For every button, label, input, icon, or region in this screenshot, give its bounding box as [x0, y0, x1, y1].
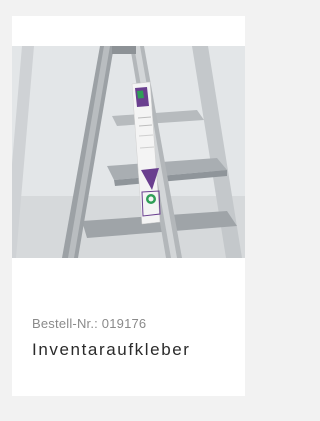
order-number: Bestell-Nr.: 019176	[32, 316, 147, 331]
product-image[interactable]	[12, 46, 245, 258]
ladder-photo	[12, 46, 245, 258]
product-card[interactable]: Bestell-Nr.: 019176 Inventaraufkleber	[12, 16, 245, 396]
product-title[interactable]: Inventaraufkleber	[32, 340, 191, 360]
